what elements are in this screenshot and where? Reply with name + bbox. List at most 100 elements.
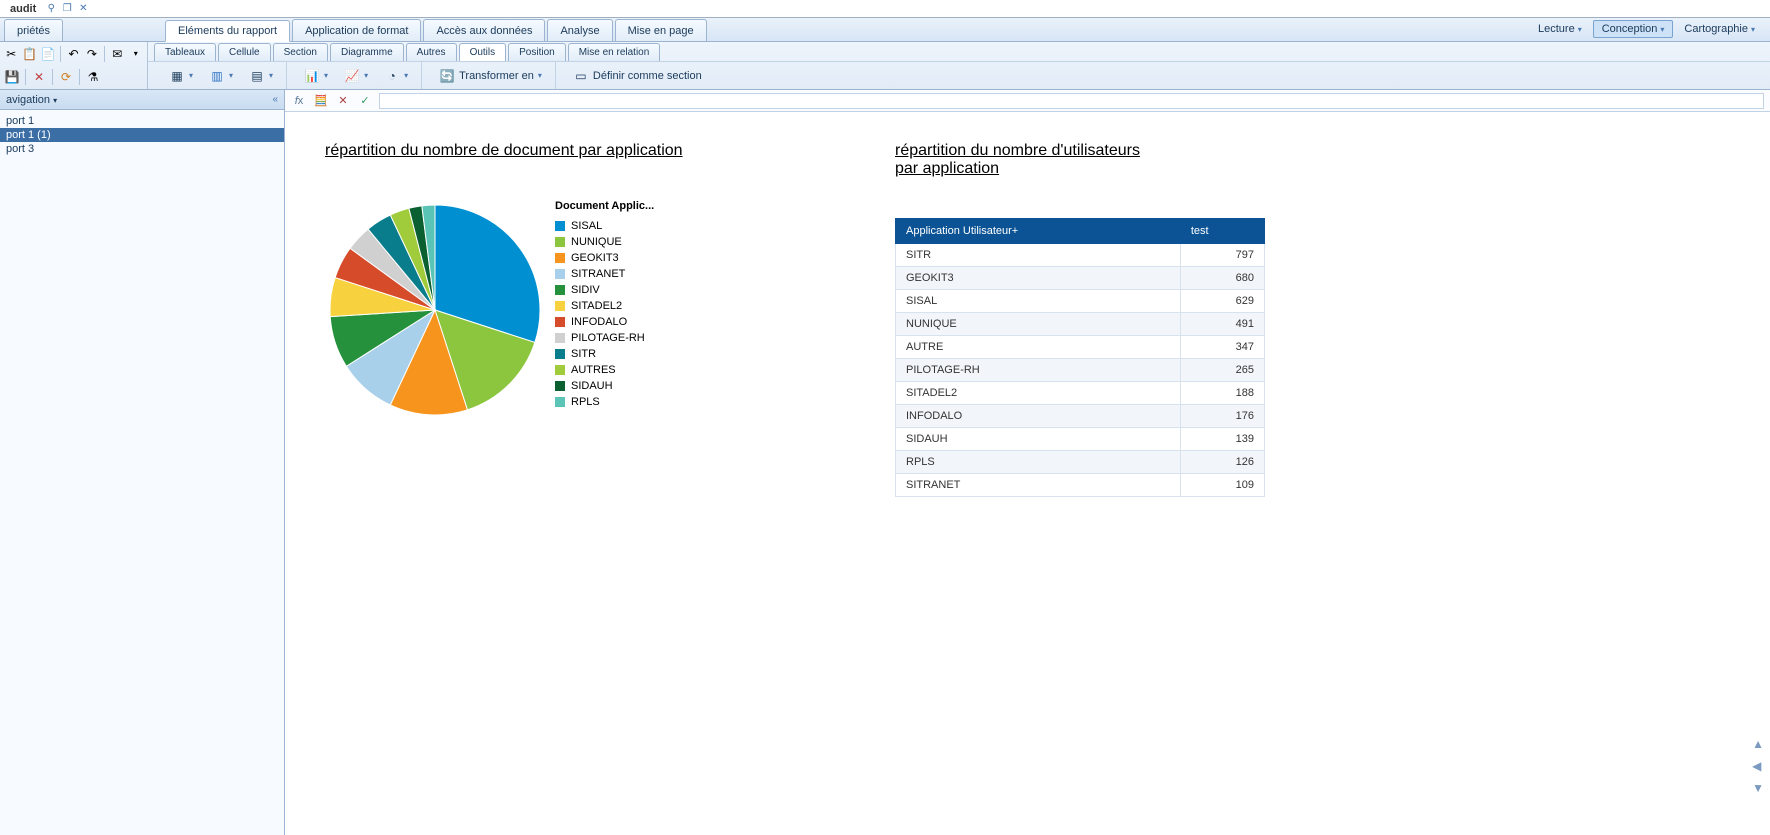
transform-icon: 🔄	[439, 68, 455, 84]
navigation-panel: avigation ▾ « port 1port 1 (1)port 3	[0, 90, 285, 835]
sub-tab[interactable]: Tableaux	[154, 43, 216, 61]
close-icon[interactable]: ✕	[76, 2, 90, 16]
delete-icon[interactable]: ✕	[30, 68, 48, 86]
table-row[interactable]: GEOKIT3680	[896, 267, 1265, 290]
mode-button[interactable]: Conception▾	[1593, 20, 1674, 38]
table-icon: ▦	[169, 68, 185, 84]
legend-item: INFODALO	[555, 314, 654, 330]
table-row[interactable]: SITR797	[896, 244, 1265, 267]
table-row[interactable]: RPLS126	[896, 451, 1265, 474]
form-icon: ▤	[249, 68, 265, 84]
table-row[interactable]: NUNIQUE491	[896, 313, 1265, 336]
main-tab[interactable]: Mise en page	[615, 19, 707, 41]
crosstab-icon: ▥	[209, 68, 225, 84]
redo-icon[interactable]: ↷	[84, 45, 100, 63]
nav-item[interactable]: port 1	[0, 114, 284, 128]
collapse-icon[interactable]: «	[272, 94, 278, 105]
table-row[interactable]: SITADEL2188	[896, 382, 1265, 405]
page-up-icon[interactable]: ▲	[1752, 737, 1764, 751]
legend-item: SITADEL2	[555, 298, 654, 314]
legend-item: SIDAUH	[555, 378, 654, 394]
title-bar: audit ⚲ ❐ ✕	[0, 0, 1770, 18]
pie-chart-tool[interactable]: ◔▾	[377, 65, 415, 87]
page-nav-icons: ▲ ◀ ▼	[1752, 737, 1764, 795]
main-tab[interactable]: Accès aux données	[423, 19, 545, 41]
document-title: audit	[4, 3, 42, 15]
accept-formula-icon[interactable]: ✓	[357, 93, 373, 109]
section-label: Définir comme section	[593, 70, 702, 82]
legend-item: RPLS	[555, 394, 654, 410]
legend-item: SISAL	[555, 218, 654, 234]
sub-tab[interactable]: Autres	[406, 43, 457, 61]
line-chart-tool[interactable]: 📈▾	[337, 65, 375, 87]
sub-tab[interactable]: Position	[508, 43, 566, 61]
pie-chart-icon: ◔	[384, 68, 400, 84]
legend-item: SITRANET	[555, 266, 654, 282]
table-row[interactable]: AUTRE347	[896, 336, 1265, 359]
legend-item: AUTRES	[555, 362, 654, 378]
section-icon: ▭	[573, 68, 589, 84]
side-tab-properties[interactable]: priétés	[4, 19, 63, 41]
table-header-app[interactable]: Application Utilisateur+	[896, 219, 1181, 244]
copy-icon[interactable]: 📋	[21, 45, 37, 63]
page-down-icon[interactable]: ▼	[1752, 781, 1764, 795]
restore-icon[interactable]: ❐	[60, 2, 74, 16]
table-row[interactable]: SITRANET109	[896, 474, 1265, 497]
legend-item: SIDIV	[555, 282, 654, 298]
page-left-icon[interactable]: ◀	[1752, 759, 1764, 773]
refresh-icon[interactable]: ⟳	[57, 68, 75, 86]
form-tool[interactable]: ▤▾	[242, 65, 280, 87]
transformer-label: Transformer en	[459, 70, 534, 82]
main-tabs-row: priétés Eléments du rapportApplication d…	[0, 18, 1770, 42]
chevron-down-icon: ▾	[53, 96, 57, 105]
dropdown-icon[interactable]: ▾	[128, 45, 144, 63]
table-tool[interactable]: ▦▾	[162, 65, 200, 87]
table-title: répartition du nombre d'utilisateurs par…	[895, 142, 1265, 178]
chart-title: répartition du nombre de document par ap…	[325, 142, 805, 160]
formula-input[interactable]	[379, 93, 1764, 109]
paste-icon[interactable]: 📄	[40, 45, 56, 63]
nav-item[interactable]: port 1 (1)	[0, 128, 284, 142]
navigation-title: avigation	[6, 94, 50, 106]
table-row[interactable]: SIDAUH139	[896, 428, 1265, 451]
sub-tab[interactable]: Section	[273, 43, 328, 61]
transformer-button[interactable]: 🔄Transformer en▾	[432, 65, 549, 87]
sub-tab[interactable]: Outils	[459, 43, 507, 61]
main-tab[interactable]: Application de format	[292, 19, 421, 41]
table-header-test[interactable]: test	[1180, 219, 1264, 244]
chart-legend: Document Applic... SISALNUNIQUEGEOKIT3SI…	[555, 200, 654, 410]
mode-button[interactable]: Lecture▾	[1529, 20, 1591, 38]
toolbar-row: ✂ 📋 📄 ↶ ↷ ✉ ▾ 💾 ✕ ⟳ ⚗ TableauxCelluleSec…	[0, 42, 1770, 90]
fx-icon[interactable]: fx	[291, 93, 307, 109]
left-toolbar: ✂ 📋 📄 ↶ ↷ ✉ ▾ 💾 ✕ ⟳ ⚗	[0, 42, 148, 89]
table-row[interactable]: SISAL629	[896, 290, 1265, 313]
report-canvas[interactable]: répartition du nombre de document par ap…	[285, 112, 1770, 835]
sub-tab[interactable]: Mise en relation	[568, 43, 661, 61]
cut-icon[interactable]: ✂	[3, 45, 19, 63]
line-chart-icon: 📈	[344, 68, 360, 84]
main-tab[interactable]: Analyse	[547, 19, 612, 41]
data-table[interactable]: Application Utilisateur+ test SITR797GEO…	[895, 218, 1265, 497]
table-row[interactable]: PILOTAGE-RH265	[896, 359, 1265, 382]
legend-title: Document Applic...	[555, 200, 654, 212]
nav-item[interactable]: port 3	[0, 142, 284, 156]
section-button[interactable]: ▭ Définir comme section	[566, 65, 709, 87]
wizard-icon[interactable]: 🧮	[313, 93, 329, 109]
filter-icon[interactable]: ⚗	[84, 68, 102, 86]
undo-icon[interactable]: ↶	[65, 45, 81, 63]
sub-tab[interactable]: Cellule	[218, 43, 271, 61]
save-icon[interactable]: 💾	[3, 68, 21, 86]
pin-icon[interactable]: ⚲	[44, 2, 58, 16]
mode-button[interactable]: Cartographie▾	[1675, 20, 1764, 38]
legend-item: NUNIQUE	[555, 234, 654, 250]
chart-tool[interactable]: 📊▾	[297, 65, 335, 87]
sub-tab[interactable]: Diagramme	[330, 43, 404, 61]
navigation-header[interactable]: avigation ▾ «	[0, 90, 284, 110]
main-tab[interactable]: Eléments du rapport	[165, 20, 290, 42]
chart-icon: 📊	[304, 68, 320, 84]
cancel-formula-icon[interactable]: ✕	[335, 93, 351, 109]
pie-chart[interactable]	[325, 200, 545, 420]
crosstab-tool[interactable]: ▥▾	[202, 65, 240, 87]
mail-icon[interactable]: ✉	[109, 45, 125, 63]
table-row[interactable]: INFODALO176	[896, 405, 1265, 428]
